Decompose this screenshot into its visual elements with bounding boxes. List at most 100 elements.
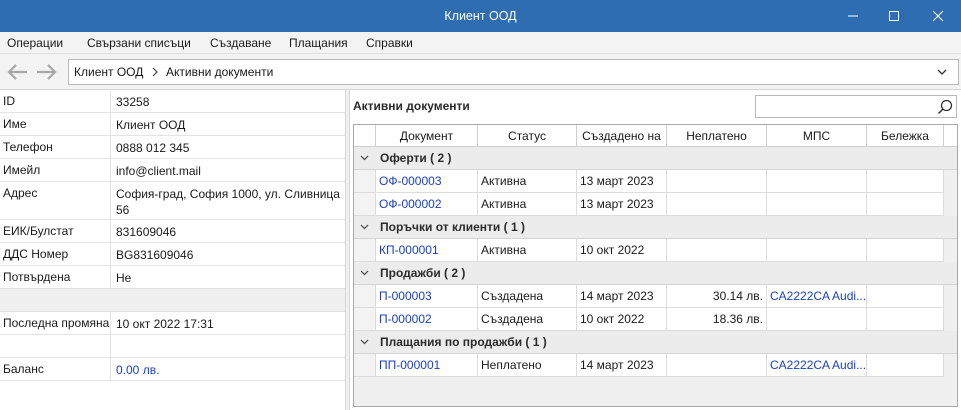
created-cell: 13 март 2023 bbox=[577, 193, 667, 216]
forward-arrow-icon[interactable] bbox=[35, 63, 59, 81]
property-label: ЕИК/Булстат bbox=[0, 220, 111, 242]
table-row[interactable]: ОФ-000002 Активна 13 март 2023 bbox=[354, 193, 957, 216]
maximize-icon bbox=[889, 11, 899, 21]
grid-header-indent bbox=[354, 125, 376, 147]
minimize-icon bbox=[848, 15, 858, 17]
status-cell: Активна bbox=[478, 239, 577, 262]
property-value: 33258 bbox=[116, 95, 150, 109]
property-row-id: ID 33258 bbox=[0, 90, 345, 113]
property-row-name: Име Клиент ООД bbox=[0, 113, 345, 136]
property-label: Баланс bbox=[0, 358, 111, 380]
note-cell bbox=[867, 193, 944, 216]
property-value bbox=[116, 289, 341, 311]
unpaid-cell bbox=[667, 354, 767, 377]
close-icon bbox=[932, 10, 944, 22]
group-label: Поръчки от клиенти ( 1 ) bbox=[380, 220, 525, 234]
table-row[interactable]: П-000002 Създадена 10 окт 2022 18.36 лв. bbox=[354, 308, 957, 331]
property-row-phone: Телефон 0888 012 345 bbox=[0, 136, 345, 159]
vehicle-cell bbox=[767, 170, 867, 193]
balance-link[interactable]: 0.00 лв. bbox=[116, 358, 341, 380]
property-label: Последна промяна bbox=[0, 312, 111, 334]
menu-related-lists[interactable]: Свързани списъци bbox=[87, 32, 191, 54]
vehicle-cell bbox=[767, 308, 867, 331]
status-cell: Активна bbox=[478, 193, 577, 216]
search-input[interactable] bbox=[755, 95, 957, 118]
group-row-customer-orders[interactable]: Поръчки от клиенти ( 1 ) bbox=[354, 216, 957, 239]
breadcrumb-root[interactable]: Клиент ООД bbox=[74, 60, 143, 84]
table-row[interactable]: П-000003 Създадена 14 март 2023 30.14 лв… bbox=[354, 285, 957, 308]
group-row-offers[interactable]: Оферти ( 2 ) bbox=[354, 147, 957, 170]
unpaid-cell bbox=[667, 193, 767, 216]
table-row[interactable]: ПП-000001 Неплатено 14 март 2023 CA2222C… bbox=[354, 354, 957, 377]
table-row[interactable]: КП-000001 Активна 10 окт 2022 bbox=[354, 239, 957, 262]
vehicle-link[interactable]: CA2222CA Audi... bbox=[767, 354, 867, 377]
group-label: Продажби ( 2 ) bbox=[380, 266, 466, 280]
property-value: Не bbox=[116, 271, 132, 285]
chevron-down-icon[interactable] bbox=[937, 68, 947, 76]
group-row-sale-payments[interactable]: Плащания по продажби ( 1 ) bbox=[354, 331, 957, 354]
property-row-balance: Баланс 0.00 лв. bbox=[0, 358, 345, 381]
property-label: Потвърдена bbox=[0, 266, 111, 288]
property-value bbox=[116, 335, 341, 357]
chevron-down-icon[interactable] bbox=[360, 155, 369, 161]
menu-create[interactable]: Създаване bbox=[210, 32, 271, 54]
close-button[interactable] bbox=[915, 0, 961, 32]
property-value: 0888 012 345 bbox=[116, 141, 190, 155]
created-cell: 13 март 2023 bbox=[577, 170, 667, 193]
created-cell: 14 март 2023 bbox=[577, 285, 667, 308]
document-link[interactable]: ПП-000001 bbox=[376, 354, 478, 377]
maximize-button[interactable] bbox=[871, 0, 917, 32]
property-row-email: Имейл info@client.mail bbox=[0, 159, 345, 182]
property-value: София-град, София 1000, ул. Сливница 56 bbox=[116, 187, 340, 217]
note-cell bbox=[867, 285, 944, 308]
menu-payments[interactable]: Плащания bbox=[289, 32, 348, 54]
note-cell bbox=[867, 170, 944, 193]
chevron-down-icon[interactable] bbox=[360, 339, 369, 345]
created-cell: 10 окт 2022 bbox=[577, 239, 667, 262]
property-row-address: Адрес София-град, София 1000, ул. Сливни… bbox=[0, 182, 345, 220]
chevron-down-icon[interactable] bbox=[360, 270, 369, 276]
property-label: Име bbox=[0, 113, 111, 135]
property-label bbox=[0, 335, 111, 357]
document-link[interactable]: П-000003 bbox=[376, 285, 478, 308]
property-label: Телефон bbox=[0, 136, 111, 158]
document-link[interactable]: ОФ-000002 bbox=[376, 193, 478, 216]
row-indent bbox=[354, 193, 376, 216]
column-header-vehicle[interactable]: МПС bbox=[767, 125, 867, 147]
status-cell: Активна bbox=[478, 170, 577, 193]
status-cell: Създадена bbox=[478, 308, 577, 331]
search-icon[interactable] bbox=[937, 99, 953, 115]
vehicle-cell bbox=[767, 239, 867, 262]
column-header-document[interactable]: Документ bbox=[376, 125, 478, 147]
vehicle-cell bbox=[767, 193, 867, 216]
minimize-button[interactable] bbox=[830, 0, 876, 32]
unpaid-cell: 30.14 лв. bbox=[667, 285, 767, 308]
documents-title: Активни документи bbox=[353, 99, 470, 113]
document-link[interactable]: КП-000001 bbox=[376, 239, 478, 262]
property-spacer-row bbox=[0, 289, 345, 312]
vehicle-link[interactable]: CA2222CA Audi... bbox=[767, 285, 867, 308]
column-header-status[interactable]: Статус bbox=[478, 125, 577, 147]
table-row[interactable]: ОФ-000003 Активна 13 март 2023 bbox=[354, 170, 957, 193]
grid-header-filler bbox=[944, 125, 957, 147]
created-cell: 10 окт 2022 bbox=[577, 308, 667, 331]
back-arrow-icon[interactable] bbox=[5, 63, 29, 81]
breadcrumb[interactable]: Клиент ООД Активни документи bbox=[68, 59, 959, 85]
menu-operations[interactable]: Операции bbox=[7, 32, 63, 54]
column-header-note[interactable]: Бележка bbox=[867, 125, 944, 147]
column-header-created[interactable]: Създадено на bbox=[577, 125, 667, 147]
status-cell: Неплатено bbox=[478, 354, 577, 377]
document-link[interactable]: П-000002 bbox=[376, 308, 478, 331]
property-label: Адрес bbox=[0, 182, 111, 219]
row-indent bbox=[354, 354, 376, 377]
chevron-down-icon[interactable] bbox=[360, 224, 369, 230]
document-link[interactable]: ОФ-000003 bbox=[376, 170, 478, 193]
menu-reports[interactable]: Справки bbox=[366, 32, 413, 54]
column-header-unpaid[interactable]: Неплатено bbox=[667, 125, 767, 147]
group-row-sales[interactable]: Продажби ( 2 ) bbox=[354, 262, 957, 285]
documents-grid: Документ Статус Създадено на Неплатено М… bbox=[353, 124, 958, 407]
breadcrumb-current[interactable]: Активни документи bbox=[166, 60, 273, 84]
property-label bbox=[0, 289, 111, 311]
property-row-last-modified: Последна промяна 10 окт 2022 17:31 bbox=[0, 312, 345, 335]
unpaid-cell: 18.36 лв. bbox=[667, 308, 767, 331]
